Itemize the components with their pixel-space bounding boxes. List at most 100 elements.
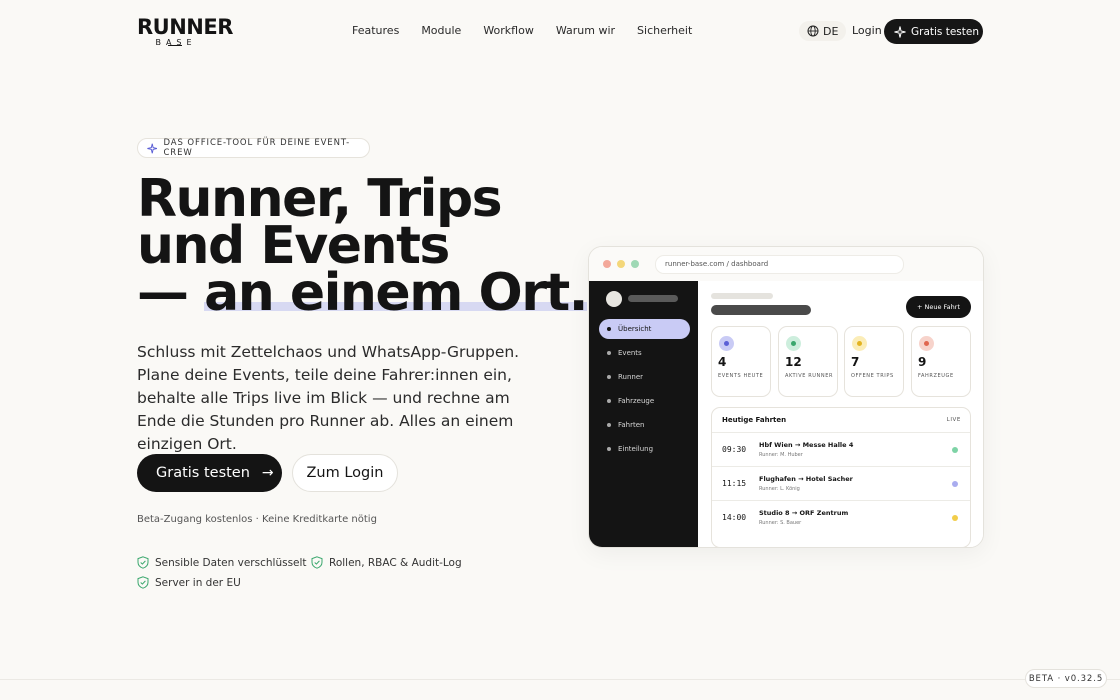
button-label: Zum Login <box>306 465 384 481</box>
kpi-value: 9 <box>918 355 927 369</box>
dashboard-mockup: runner-base.com / dashboard Übersicht Ev… <box>588 246 984 548</box>
kpi-icon <box>852 336 867 351</box>
feature-item: Sensible Daten verschlüsselt <box>137 556 307 569</box>
globe-icon <box>807 25 819 37</box>
nav-link-warum-wir[interactable]: Warum wir <box>556 24 615 38</box>
sidebar-item-runner: Runner <box>599 367 690 387</box>
shield-check-icon <box>311 556 323 569</box>
neue-fahrt-button: + Neue Fahrt <box>906 296 971 318</box>
version-badge: BETA · v0.32.5 <box>1025 669 1107 688</box>
kpi-label: EVENTS HEUTE <box>718 373 764 379</box>
sidebar-item-fahrzeuge: Fahrzeuge <box>599 391 690 411</box>
nav-link-sicherheit[interactable]: Sicherheit <box>637 24 692 38</box>
title-placeholder <box>711 293 773 299</box>
kpi-icon <box>719 336 734 351</box>
status-dot <box>952 447 958 453</box>
headline-line-3: — an einem Ort. <box>137 267 588 319</box>
sparkle-icon <box>147 143 158 153</box>
trip-row: 14:00 Studio 8 → ORF Zentrum Runner: S. … <box>712 501 970 535</box>
kpi-label: FAHRZEUGE <box>918 373 954 379</box>
kpi-card-fahrzeuge: 9 FAHRZEUGE <box>911 326 971 397</box>
nav-link-features[interactable]: Features <box>352 24 399 38</box>
status-dot <box>952 481 958 487</box>
kpi-icon <box>919 336 934 351</box>
kpi-label: AKTIVE RUNNER <box>785 373 834 379</box>
gratis-testen-button[interactable]: Gratis testen → <box>137 454 282 492</box>
heading-placeholder <box>711 305 811 315</box>
trip-runner: Runner: L. König <box>759 486 800 492</box>
kpi-card-events: 4 EVENTS HEUTE <box>711 326 771 397</box>
trips-title: Heutige Fahrten <box>722 416 787 424</box>
kpi-value: 4 <box>718 355 727 369</box>
live-badge: LIVE <box>946 417 961 423</box>
kpi-icon-dot <box>791 341 796 346</box>
browser-bar: runner-base.com / dashboard <box>589 247 983 281</box>
trips-header: Heutige Fahrten LIVE <box>712 408 970 433</box>
button-label: Gratis testen <box>156 465 250 481</box>
kpi-label: OFFENE TRIPS <box>851 373 894 379</box>
trip-row: 09:30 Hbf Wien → Messe Halle 4 Runner: M… <box>712 433 970 467</box>
avatar <box>606 291 622 307</box>
kpi-value: 7 <box>851 355 860 369</box>
language-switcher[interactable]: DE <box>799 21 847 41</box>
zum-login-button[interactable]: Zum Login <box>292 454 398 492</box>
nav-link-workflow[interactable]: Workflow <box>483 24 534 38</box>
feature-item: Rollen, RBAC & Audit-Log <box>311 556 462 569</box>
sparkle-icon <box>894 25 906 38</box>
hero-note: Beta-Zugang kostenlos · Keine Kreditkart… <box>137 514 377 525</box>
mockup-main: + Neue Fahrt 4 EVENTS HEUTE 12 AKTIVE RU… <box>699 281 983 547</box>
sidebar-item-events: Events <box>599 343 690 363</box>
footer-divider <box>0 679 1120 680</box>
feature-label: Sensible Daten verschlüsselt <box>155 556 307 569</box>
shield-check-icon <box>137 556 149 569</box>
feature-item: Server in der EU <box>137 576 241 589</box>
logo-underline <box>168 45 182 46</box>
language-label: DE <box>823 24 839 38</box>
url-bar: runner-base.com / dashboard <box>655 255 904 274</box>
badge-text: DAS OFFICE-TOOL FÜR DEINE EVENT-CREW <box>163 138 351 158</box>
window-maximize-dot <box>631 260 639 268</box>
window-close-dot <box>603 260 611 268</box>
hero-lead: Schluss mit Zettelchaos und WhatsApp-Gru… <box>137 343 520 453</box>
hero-headline: Runner, Trips und Events — an einem Ort. <box>137 173 588 319</box>
status-dot <box>952 515 958 521</box>
cta-label: Gratis testen <box>911 25 980 38</box>
login-link[interactable]: Login <box>852 24 882 38</box>
nav-link-module[interactable]: Module <box>421 24 461 38</box>
trip-time: 11:15 <box>722 479 747 488</box>
trip-runner: Runner: M. Huber <box>759 452 803 458</box>
trip-runner: Runner: S. Bauer <box>759 520 802 526</box>
gratis-testen-nav-button[interactable]: Gratis testen <box>884 19 983 44</box>
kpi-card-runner: 12 AKTIVE RUNNER <box>778 326 838 397</box>
sidebar-item-fahrten: Fahrten <box>599 415 690 435</box>
trip-route: Studio 8 → ORF Zentrum <box>759 509 849 517</box>
top-nav: RUNNER BASE Features Module Workflow War… <box>0 0 1120 62</box>
trip-route: Hbf Wien → Messe Halle 4 <box>759 441 854 449</box>
headline-accent: an einem Ort. <box>204 263 588 323</box>
window-minimize-dot <box>617 260 625 268</box>
user-name-placeholder <box>628 295 678 302</box>
kpi-icon-dot <box>724 341 729 346</box>
sidebar-item-einteilung: Einteilung <box>599 439 690 459</box>
mockup-sidebar: Übersicht Events Runner Fahrzeuge Fahrte… <box>589 281 698 547</box>
kpi-icon-dot <box>924 341 929 346</box>
kpi-value: 12 <box>785 355 802 369</box>
feature-label: Rollen, RBAC & Audit-Log <box>329 556 462 569</box>
kpi-icon <box>786 336 801 351</box>
trip-route: Flughafen → Hotel Sacher <box>759 475 853 483</box>
shield-check-icon <box>137 576 149 589</box>
hero-badge: DAS OFFICE-TOOL FÜR DEINE EVENT-CREW <box>137 138 370 158</box>
feature-label: Server in der EU <box>155 576 241 589</box>
logo[interactable]: RUNNER BASE <box>137 15 233 47</box>
kpi-icon-dot <box>857 341 862 346</box>
nav-links: Features Module Workflow Warum wir Siche… <box>352 24 714 38</box>
headline-dash: — <box>137 263 205 323</box>
logo-wordmark: RUNNER <box>137 15 233 39</box>
trips-card: Heutige Fahrten LIVE 09:30 Hbf Wien → Me… <box>711 407 971 547</box>
trip-time: 09:30 <box>722 445 747 454</box>
trip-row: 11:15 Flughafen → Hotel Sacher Runner: L… <box>712 467 970 501</box>
arrow-right-icon: → <box>261 465 274 481</box>
kpi-card-trips: 7 OFFENE TRIPS <box>844 326 904 397</box>
sidebar-item-uebersicht: Übersicht <box>599 319 690 339</box>
trip-time: 14:00 <box>722 513 747 522</box>
